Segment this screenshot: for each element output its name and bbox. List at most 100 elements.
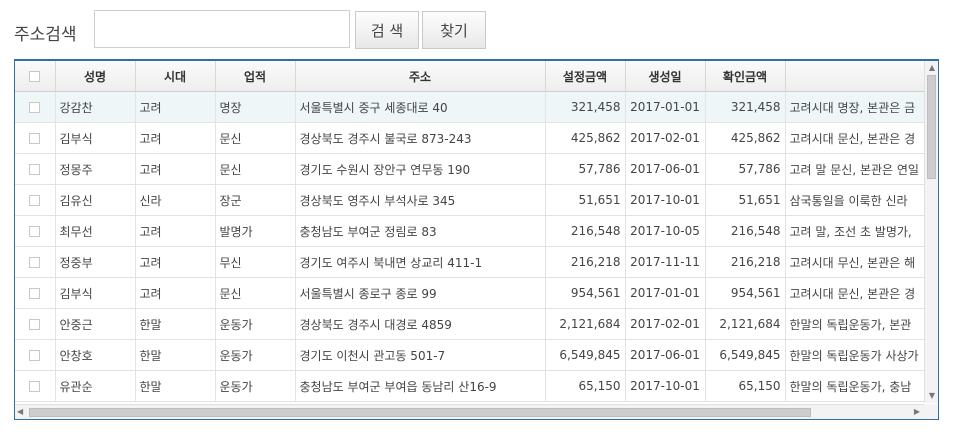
set-amount-cell: 65,150 bbox=[545, 370, 626, 402]
search-label: 주소검색 bbox=[14, 25, 77, 45]
created-date-cell: 2017-10-05 bbox=[625, 215, 706, 247]
scroll-down-icon[interactable]: ▼ bbox=[927, 391, 937, 401]
created-date-cell: 2017-02-01 bbox=[625, 308, 706, 340]
table-row[interactable]: 최무선 고려 발명가 충청남도 부여군 정림로 83 216,548 2017-10-05… bbox=[15, 215, 924, 247]
row-checkbox[interactable] bbox=[29, 195, 41, 206]
era-cell: 고려 bbox=[135, 122, 216, 154]
created-date-cell: 2017-06-01 bbox=[625, 339, 706, 371]
set-amount-cell: 321,458 bbox=[545, 91, 626, 123]
table-row[interactable]: 김부식 고려 문신 서울특별시 종로구 종로 99 954,561 2017-01-01 9… bbox=[15, 277, 924, 309]
scroll-right-icon[interactable]: ▶ bbox=[914, 407, 920, 416]
address-cell: 경상북도 경주시 불국로 873-243 bbox=[295, 122, 546, 154]
row-checkbox[interactable] bbox=[29, 319, 41, 330]
achievement-cell: 운동가 bbox=[215, 339, 296, 371]
scroll-up-icon[interactable]: ▲ bbox=[927, 63, 937, 73]
etc-cell: 고려시대 문신, 본관은 경 bbox=[785, 122, 924, 154]
address-cell: 경상북도 경주시 대경로 4859 bbox=[295, 308, 546, 340]
achievement-cell: 문신 bbox=[215, 122, 296, 154]
row-checkbox-cell[interactable] bbox=[15, 370, 56, 402]
address-cell: 서울특별시 중구 세종대로 40 bbox=[295, 91, 546, 123]
set-amount-cell: 425,862 bbox=[545, 122, 626, 154]
row-checkbox-cell[interactable] bbox=[15, 153, 56, 185]
achievement-cell: 장군 bbox=[215, 184, 296, 216]
name-cell: 정중부 bbox=[55, 246, 136, 278]
header-created-date[interactable]: 생성일 bbox=[625, 61, 706, 92]
etc-cell: 한말의 독립운동가 사상가 bbox=[785, 339, 924, 371]
table-row[interactable]: 유관순 한말 운동가 충청남도 부여군 부여읍 동남리 산16-9 65,150 2017… bbox=[15, 370, 924, 402]
scrollbar-corner bbox=[924, 404, 938, 419]
etc-cell: 한말의 독립운동가, 본관 bbox=[785, 308, 924, 340]
header-set-amount[interactable]: 설정금액 bbox=[545, 61, 626, 92]
find-button[interactable]: 찾기 bbox=[422, 11, 486, 49]
row-checkbox-cell[interactable] bbox=[15, 91, 56, 123]
row-checkbox-cell[interactable] bbox=[15, 339, 56, 371]
name-cell: 최무선 bbox=[55, 215, 136, 247]
header-select-all[interactable] bbox=[15, 61, 56, 92]
row-checkbox-cell[interactable] bbox=[15, 277, 56, 309]
row-checkbox[interactable] bbox=[29, 102, 41, 113]
set-amount-cell: 57,786 bbox=[545, 153, 626, 185]
achievement-cell: 발명가 bbox=[215, 215, 296, 247]
table-row[interactable]: 정몽주 고려 문신 경기도 수원시 장안구 연무동 190 57,786 2017-06-… bbox=[15, 153, 924, 185]
header-etc[interactable]: 기타 bbox=[785, 61, 924, 92]
row-checkbox-cell[interactable] bbox=[15, 122, 56, 154]
table-row[interactable]: 강감찬 고려 명장 서울특별시 중구 세종대로 40 321,458 2017-01-01… bbox=[15, 91, 924, 123]
created-date-cell: 2017-01-01 bbox=[625, 277, 706, 309]
scroll-left-icon[interactable]: ◀ bbox=[17, 407, 23, 416]
set-amount-cell: 2,121,684 bbox=[545, 308, 626, 340]
created-date-cell: 2017-10-01 bbox=[625, 184, 706, 216]
address-cell: 경기도 수원시 장안구 연무동 190 bbox=[295, 153, 546, 185]
select-all-checkbox[interactable] bbox=[29, 71, 41, 82]
table-row[interactable]: 김부식 고려 문신 경상북도 경주시 불국로 873-243 425,862 2017-0… bbox=[15, 122, 924, 154]
row-checkbox-cell[interactable] bbox=[15, 215, 56, 247]
name-cell: 유관순 bbox=[55, 370, 136, 402]
name-cell: 김부식 bbox=[55, 122, 136, 154]
name-cell: 김부식 bbox=[55, 277, 136, 309]
created-date-cell: 2017-10-01 bbox=[625, 370, 706, 402]
row-checkbox[interactable] bbox=[29, 133, 41, 144]
confirmed-amount-cell: 57,786 bbox=[705, 153, 786, 185]
row-checkbox-cell[interactable] bbox=[15, 308, 56, 340]
row-checkbox-cell[interactable] bbox=[15, 184, 56, 216]
row-checkbox[interactable] bbox=[29, 164, 41, 175]
achievement-cell: 문신 bbox=[215, 277, 296, 309]
table-row[interactable]: 안중근 한말 운동가 경상북도 경주시 대경로 4859 2,121,684 2017-0… bbox=[15, 308, 924, 340]
row-checkbox[interactable] bbox=[29, 381, 41, 392]
etc-cell: 고려 말, 조선 초 발명가, bbox=[785, 215, 924, 247]
row-checkbox[interactable] bbox=[29, 257, 41, 268]
created-date-cell: 2017-02-01 bbox=[625, 122, 706, 154]
vertical-scrollbar[interactable]: ▲ ▼ bbox=[924, 61, 938, 403]
data-grid: 성명 시대 업적 주소 설정금액 생성일 확인금액 기타 강감찬고려명장서울특별… bbox=[14, 59, 939, 420]
era-cell: 고려 bbox=[135, 246, 216, 278]
header-name[interactable]: 성명 bbox=[55, 61, 136, 92]
era-cell: 한말 bbox=[135, 370, 216, 402]
name-cell: 강감찬 bbox=[55, 91, 136, 123]
row-checkbox[interactable] bbox=[29, 288, 41, 299]
confirmed-amount-cell: 425,862 bbox=[705, 122, 786, 154]
address-cell: 충청남도 부여군 정림로 83 bbox=[295, 215, 546, 247]
horizontal-scroll-thumb[interactable] bbox=[29, 408, 811, 417]
table-row[interactable]: 정중부 고려 무신 경기도 여주시 북내면 상교리 411-1 216,218 2017-… bbox=[15, 246, 924, 278]
header-achievement[interactable]: 업적 bbox=[215, 61, 296, 92]
row-checkbox[interactable] bbox=[29, 226, 41, 237]
header-era[interactable]: 시대 bbox=[135, 61, 216, 92]
row-checkbox-cell[interactable] bbox=[15, 246, 56, 278]
header-address[interactable]: 주소 bbox=[295, 61, 546, 92]
table-row[interactable]: 안창호 한말 운동가 경기도 이천시 관고동 501-7 6,549,845 2017-0… bbox=[15, 339, 924, 371]
created-date-cell: 2017-06-01 bbox=[625, 153, 706, 185]
row-checkbox[interactable] bbox=[29, 350, 41, 361]
horizontal-scrollbar[interactable]: ◀ ▶ bbox=[15, 404, 924, 419]
address-search-input[interactable] bbox=[94, 10, 350, 48]
search-button[interactable]: 검 색 bbox=[355, 11, 419, 49]
grid-viewport: 성명 시대 업적 주소 설정금액 생성일 확인금액 기타 강감찬고려명장서울특별… bbox=[15, 61, 924, 403]
table-row[interactable]: 김유신 신라 장군 경상북도 영주시 부석사로 345 51,651 2017-10-01… bbox=[15, 184, 924, 216]
address-cell: 충청남도 부여군 부여읍 동남리 산16-9 bbox=[295, 370, 546, 402]
achievement-cell: 운동가 bbox=[215, 370, 296, 402]
header-confirmed-amount[interactable]: 확인금액 bbox=[705, 61, 786, 92]
set-amount-cell: 954,561 bbox=[545, 277, 626, 309]
confirmed-amount-cell: 2,121,684 bbox=[705, 308, 786, 340]
name-cell: 안중근 bbox=[55, 308, 136, 340]
vertical-scroll-thumb[interactable] bbox=[927, 75, 936, 179]
data-table: 성명 시대 업적 주소 설정금액 생성일 확인금액 기타 강감찬고려명장서울특별… bbox=[15, 61, 924, 402]
era-cell: 고려 bbox=[135, 215, 216, 247]
